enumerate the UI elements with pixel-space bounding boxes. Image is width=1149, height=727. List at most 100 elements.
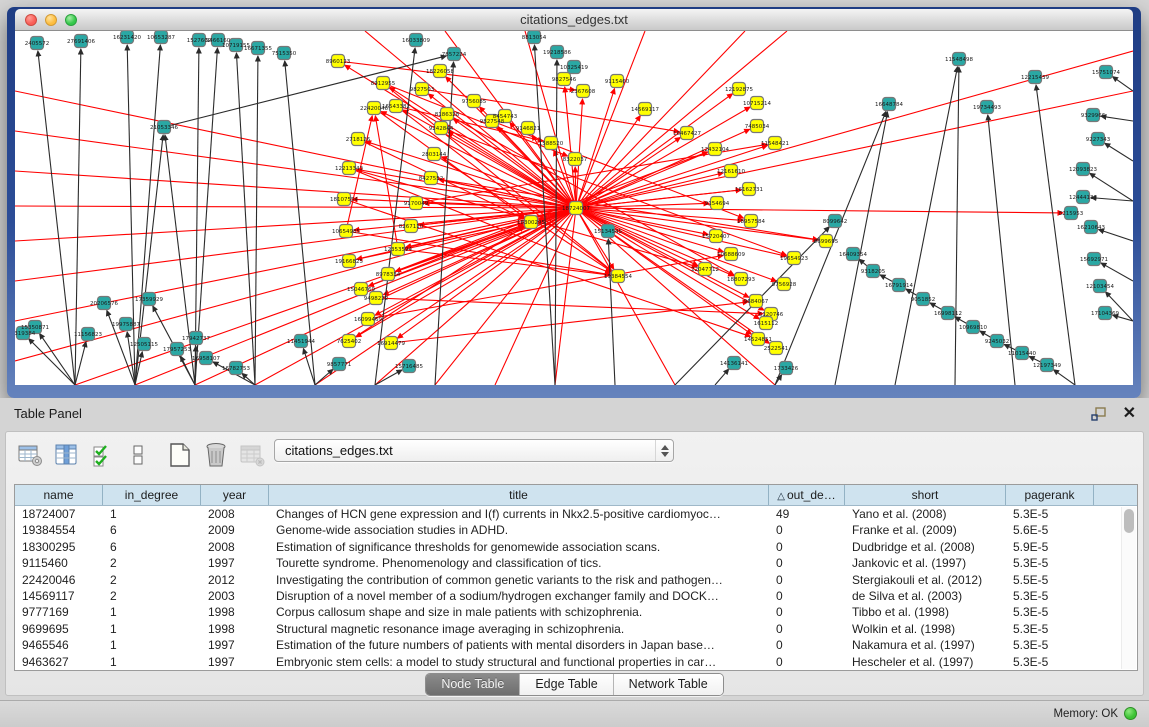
graph-node-label: 15751074 [1092,70,1120,76]
table-cell: Stergiakouli et al. (2012) [845,572,1006,588]
table-cell: 2 [103,588,201,604]
delete-column-icon[interactable] [202,440,230,470]
table-cell: 2008 [201,506,269,522]
graph-edge [576,145,767,208]
graph-node-label: 18807293 [727,277,755,283]
graph-node-label: 18226058 [426,69,454,75]
table-cell: 1997 [201,637,269,653]
column-header-title[interactable]: title [269,485,769,505]
network-canvas[interactable]: 1872400789601238912955182260589827503165… [15,31,1133,385]
tab-node-table[interactable]: Node Table [426,674,519,695]
table-cell: 9463627 [15,654,103,670]
graph-node-label: 7485034 [745,124,770,130]
column-header-pagerank[interactable]: pagerank [1006,485,1094,505]
graph-node-label: 12161610 [717,169,745,175]
table-row[interactable]: 1456911722003Disruption of a novel membe… [15,588,1137,604]
table-cell: 5.3E-5 [1006,588,1094,604]
table-cell: 9115460 [15,555,103,571]
zoom-window-button[interactable] [65,14,77,26]
table-row[interactable]: 946554611997Estimation of the future num… [15,637,1137,653]
graph-node-label: 17957253 [163,347,191,353]
column-header-name[interactable]: name [15,485,103,505]
graph-node-label: 2405572 [25,41,50,47]
table-options-icon[interactable] [16,440,44,470]
table-row[interactable]: 1830029562008Estimation of significance … [15,539,1137,555]
graph-edge [1036,85,1075,385]
table-source-select[interactable]: citations_edges.txt [274,439,674,462]
graph-node-label: 15720407 [702,234,730,240]
column-header-out_de[interactable]: △out_de… [769,485,845,505]
graph-node-label: 7857224 [442,52,467,58]
column-header-short[interactable]: short [845,485,1006,505]
column-header-in_degree[interactable]: in_degree [103,485,201,505]
column-header-year[interactable]: year [201,485,269,505]
network-window[interactable]: citations_edges.txt 18724007896012389129… [7,7,1141,398]
graph-node-label: 15716485 [395,364,423,370]
tab-edge-table[interactable]: Edge Table [519,674,612,695]
graph-node-label: 9318205 [861,269,886,275]
show-column-icon[interactable] [52,440,80,470]
graph-node-label: 12505115 [130,342,158,348]
select-columns-icon[interactable] [88,440,116,470]
vertical-scrollbar[interactable] [1121,507,1136,669]
table-cell: 0 [769,522,845,538]
new-table-icon[interactable] [166,440,194,470]
table-row[interactable]: 977716911998Corpus callosum shape and si… [15,604,1137,620]
tab-network-table[interactable]: Network Table [613,674,723,695]
table-row[interactable]: 1938455462009Genome-wide association stu… [15,522,1137,538]
graph-node-label: 9242844 [429,126,454,132]
table-cell: 5.3E-5 [1006,637,1094,653]
graph-node-label: 20206576 [90,301,118,307]
table-cell: Wolkin et al. (1998) [845,621,1006,637]
graph-node-label: 14524851 [744,337,772,343]
minimize-window-button[interactable] [45,14,57,26]
scrollbar-thumb[interactable] [1124,509,1134,533]
graph-node-label: 12215439 [1021,75,1049,81]
graph-node-label: 16099469 [354,317,382,323]
graph-node-label: 9684067 [744,299,769,305]
close-window-button[interactable] [25,14,37,26]
graph-edge [375,116,398,249]
graph-node-label: 9498222 [364,296,389,302]
table-cell: Changes of HCN gene expression and I(f) … [269,506,769,522]
table-row[interactable]: 2242004622012Investigating the contribut… [15,572,1137,588]
table-cell: Nakamura et al. (1997) [845,637,1006,653]
table-cell: Embryonic stem cells: a model to study s… [269,654,769,670]
graph-node-label: 18107554 [330,197,358,203]
graph-node-label: 17942737 [182,336,210,342]
row-format-icon[interactable] [124,440,152,470]
graph-node-label: 8978334 [376,272,401,278]
graph-node-label: 2367608 [571,89,596,95]
graph-edge [835,112,887,385]
graph-node-label: 16033809 [402,38,430,44]
graph-node-label: 9756085 [462,99,487,105]
close-panel-icon[interactable]: ✕ [1123,403,1136,423]
float-panel-icon[interactable] [1091,407,1107,427]
graph-node-label: 8099642 [823,219,848,225]
table-row[interactable]: 946362711997Embryonic stem cells: a mode… [15,654,1137,670]
table-rows: 1872400712008Changes of HCN gene express… [15,506,1137,670]
graph-node-label: 10688609 [717,252,745,258]
graph-node-label: 1615112 [754,321,779,327]
graph-edge [127,45,135,385]
graph-edge [1105,143,1133,161]
table-cell: 0 [769,604,845,620]
graph-edge [75,342,86,385]
table-row[interactable]: 911546021997Tourette syndrome. Phenomeno… [15,555,1137,571]
table-cell: Estimation of the future numbers of pati… [269,637,769,653]
table-cell: 9465546 [15,637,103,653]
network-window-titlebar[interactable]: citations_edges.txt [15,9,1133,31]
table-row[interactable]: 969969511998Structural magnetic resonanc… [15,621,1137,637]
graph-node-label: 18724007 [562,206,590,212]
graph-edge [1101,116,1133,121]
table-row[interactable]: 1872400712008Changes of HCN gene express… [15,506,1137,522]
graph-node-label: 10654985 [332,229,360,235]
graph-edge [576,173,723,208]
table-cell: 0 [769,572,845,588]
graph-node-label: 9827503 [410,87,435,93]
graph-node-label: 16782753 [222,366,250,372]
table-tabs: Node TableEdge TableNetwork Table [6,673,1143,699]
graph-edge [1099,230,1133,241]
graph-edge [1091,198,1133,201]
table-cell: Hescheler et al. (1997) [845,654,1006,670]
